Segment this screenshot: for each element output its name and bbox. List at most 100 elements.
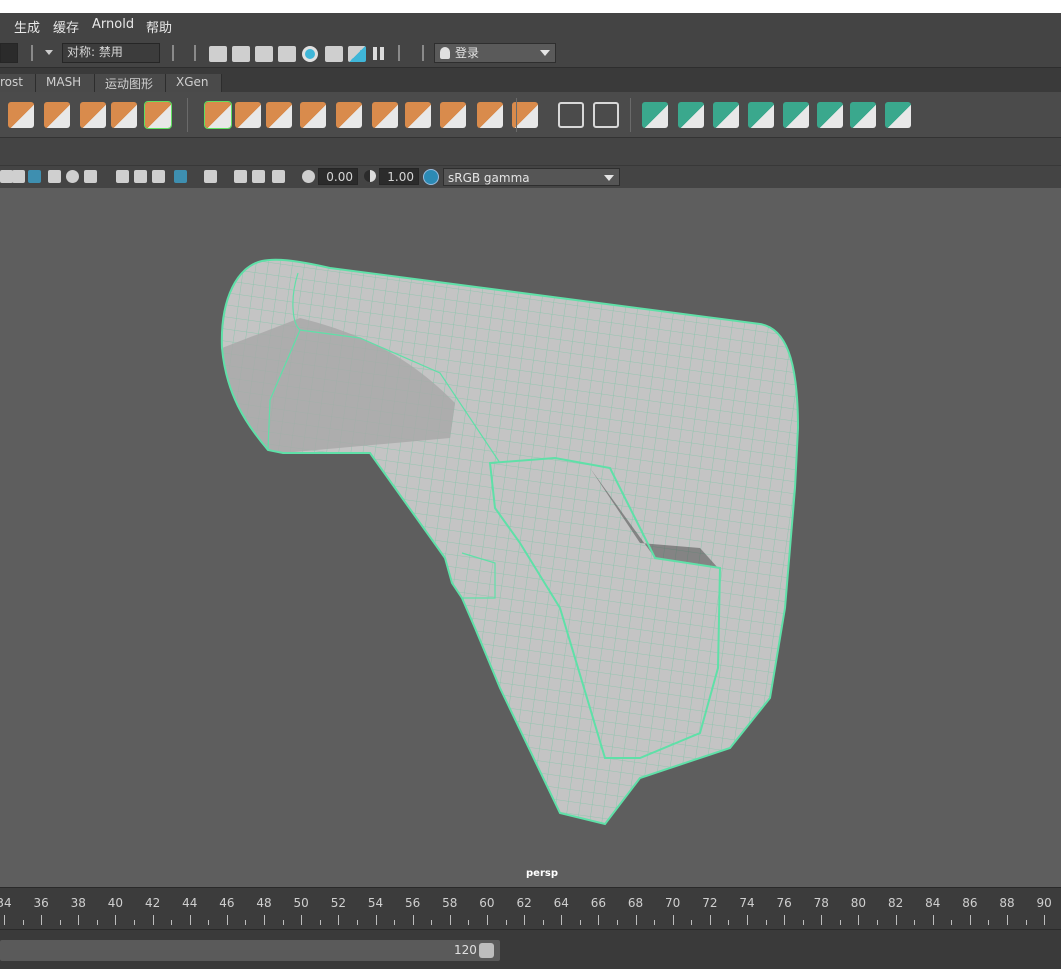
frame-tick-label: 58 — [442, 896, 458, 910]
render-view-icon[interactable] — [209, 46, 227, 62]
gamma-icon[interactable] — [364, 170, 376, 182]
motion-blur-icon[interactable] — [134, 170, 147, 183]
frame-tick — [895, 915, 897, 925]
frame-tick — [598, 915, 600, 925]
uv-plane-icon[interactable] — [642, 102, 668, 128]
render-frame-icon[interactable] — [232, 46, 250, 62]
frame-tick — [115, 915, 117, 925]
ipr-render-icon[interactable] — [255, 46, 273, 62]
frame-tick — [264, 915, 266, 925]
menu-bar: 生成 缓存 Arnold 帮助 — [0, 13, 1061, 38]
status-field-left[interactable] — [0, 43, 18, 63]
render-settings-icon[interactable] — [278, 46, 296, 62]
frame-tick — [672, 915, 674, 925]
pause-icon[interactable] — [373, 47, 377, 60]
hypershade-icon[interactable] — [302, 46, 318, 62]
cube-split-icon[interactable] — [8, 102, 34, 128]
shadow-icon[interactable] — [84, 170, 97, 183]
frame-tick-minor — [394, 920, 396, 925]
uv-sew-icon[interactable] — [850, 102, 876, 128]
frame-tick-minor — [988, 920, 990, 925]
frame-tick-label: 36 — [33, 896, 49, 910]
light-editor-icon[interactable] — [348, 46, 366, 62]
exposure-icon[interactable] — [302, 170, 315, 183]
uv-cut-icon[interactable] — [885, 102, 911, 128]
login-label: 登录 — [455, 46, 480, 60]
frame-tick-minor — [59, 920, 61, 925]
shelf-toolbar — [0, 92, 1061, 138]
uv-cube-icon[interactable] — [748, 102, 774, 128]
texture-icon[interactable] — [48, 170, 61, 183]
symmetry-field[interactable]: 对称: 禁用 — [62, 43, 160, 63]
soccer-ball-icon[interactable] — [372, 102, 398, 128]
shelf-divider — [516, 98, 517, 132]
select-camera-icon[interactable] — [204, 170, 217, 183]
bridge-alt-icon[interactable] — [204, 101, 232, 129]
frame-tick-label: 74 — [739, 896, 755, 910]
end-frame-label: 120 — [454, 943, 477, 957]
xray-icon[interactable] — [28, 170, 41, 183]
time-slider[interactable]: 34 36 38 40 42 44 46 48 50 52 54 56 58 60 62 64 66 68 70 72… — [0, 887, 1061, 929]
frame-tick-label: 52 — [330, 896, 346, 910]
frame-tick-minor — [877, 920, 879, 925]
login-dropdown[interactable]: 登录 — [434, 43, 556, 63]
stock-mesh — [220, 258, 800, 826]
tab-mash[interactable]: MASH — [36, 74, 95, 92]
status-separator — [194, 45, 196, 61]
resolution-icon[interactable] — [252, 170, 265, 183]
tab-bifrost[interactable]: rost — [0, 74, 36, 92]
status-separator — [172, 45, 174, 61]
range-slider-track[interactable]: 120 — [0, 940, 500, 961]
antialias-icon[interactable] — [152, 170, 165, 183]
status-line: 对称: 禁用 登录 — [0, 38, 1061, 68]
cube-slice-icon[interactable] — [405, 102, 431, 128]
isolate-icon[interactable] — [174, 170, 187, 183]
extrude-icon[interactable] — [80, 102, 106, 128]
combine-icon[interactable] — [336, 102, 362, 128]
layered-plane-icon[interactable] — [266, 102, 292, 128]
bounding-box-icon[interactable] — [477, 102, 503, 128]
colorspace-dropdown[interactable]: sRGB gamma — [443, 168, 620, 186]
chevron-down-icon[interactable] — [45, 50, 53, 55]
menu-help[interactable]: 帮助 — [146, 17, 172, 36]
viewport-persp[interactable]: persp — [0, 188, 1061, 887]
uv-layout-icon[interactable] — [817, 102, 843, 128]
frame-tick — [784, 915, 786, 925]
frame-tick — [969, 915, 971, 925]
frame-tick-label: 54 — [367, 896, 384, 910]
menu-cache[interactable]: 缓存 — [53, 17, 79, 36]
wireframe-shaded-icon[interactable] — [12, 170, 25, 183]
color-management-icon[interactable] — [423, 169, 439, 185]
frame-tick-label: 56 — [405, 896, 421, 910]
frame-tick-minor — [134, 920, 136, 925]
uv-unfold-icon[interactable] — [783, 102, 809, 128]
frame-tick — [338, 915, 340, 925]
menu-generate[interactable]: 生成 — [14, 17, 40, 36]
range-handle[interactable] — [479, 943, 494, 958]
uv-sphere-icon[interactable] — [713, 102, 739, 128]
uv-cylinder-icon[interactable] — [678, 102, 704, 128]
grid-select-icon[interactable] — [111, 102, 137, 128]
planes-icon[interactable] — [440, 102, 466, 128]
status-separator — [422, 45, 424, 61]
tab-xgen[interactable]: XGen — [166, 74, 222, 92]
menu-arnold[interactable]: Arnold — [92, 17, 134, 32]
gamma-field[interactable]: 1.00 — [379, 168, 419, 185]
light-icon[interactable] — [66, 170, 79, 183]
bridge-icon[interactable] — [144, 101, 172, 129]
frame-tick-label: 50 — [293, 896, 309, 910]
poly-split-icon[interactable] — [235, 102, 261, 128]
render-setup-icon[interactable] — [325, 46, 343, 62]
box-icon[interactable] — [300, 102, 326, 128]
tab-motion-graphics[interactable]: 运动图形 — [95, 74, 166, 92]
frame-tick-minor — [951, 920, 953, 925]
field-chart-icon[interactable] — [272, 170, 285, 183]
ambient-occlusion-icon[interactable] — [116, 170, 129, 183]
frame-icon[interactable] — [558, 102, 584, 128]
gate-icon[interactable] — [234, 170, 247, 183]
frame-tick-label: 86 — [962, 896, 978, 910]
frame-tick-label: 82 — [887, 896, 904, 910]
grid-cube-icon[interactable] — [44, 102, 70, 128]
exposure-field[interactable]: 0.00 — [318, 168, 358, 185]
paint-select-icon[interactable] — [593, 102, 619, 128]
